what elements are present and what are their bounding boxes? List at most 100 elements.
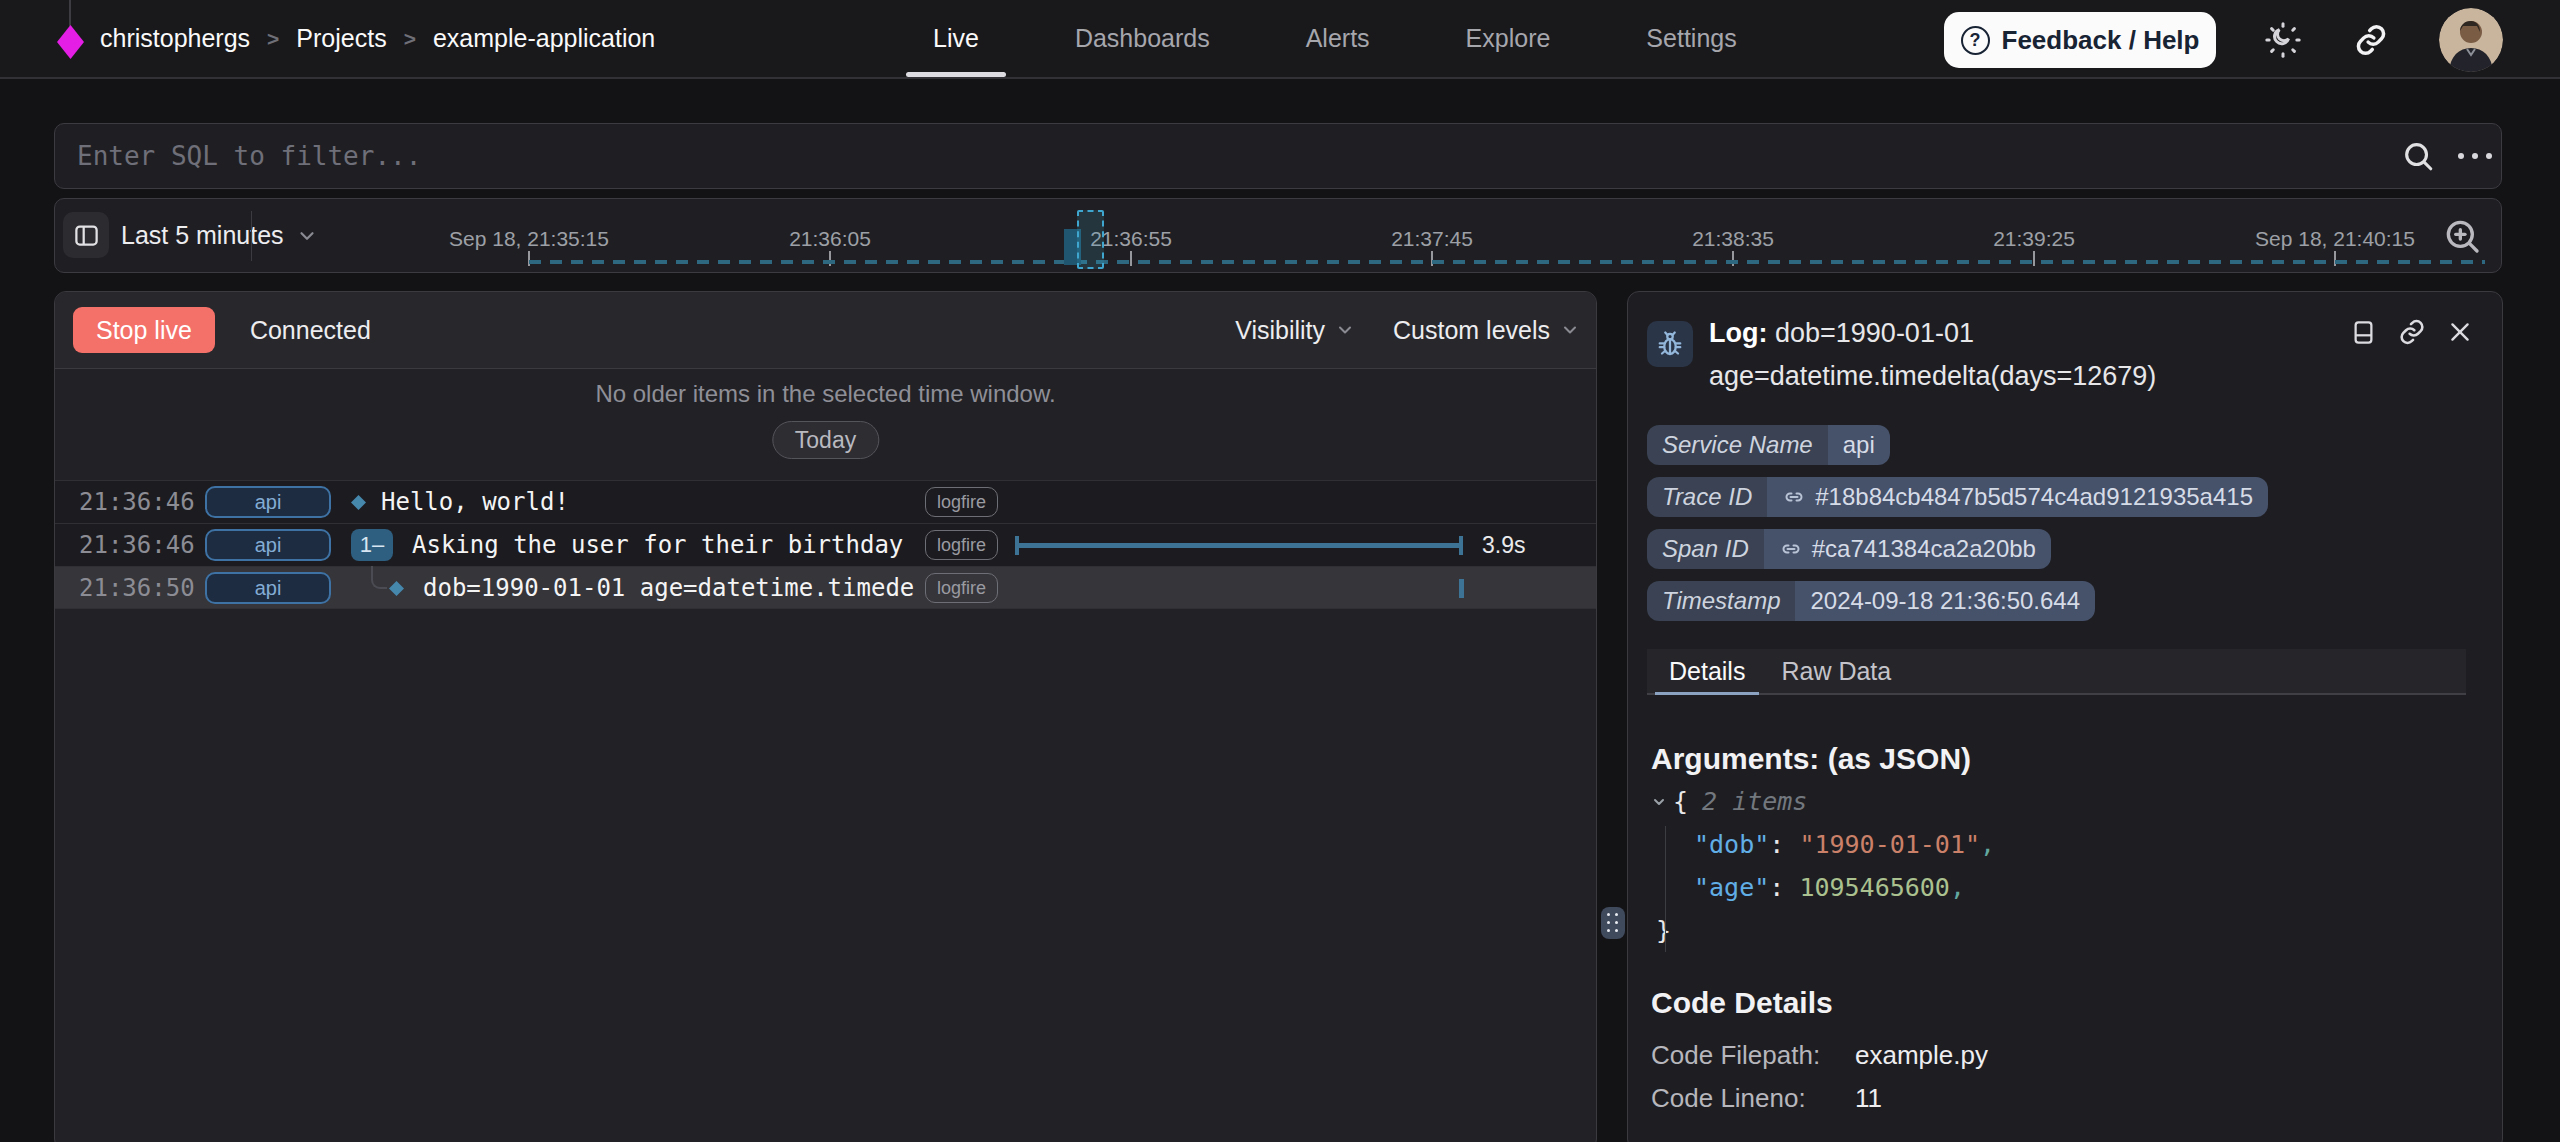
share-link-icon[interactable] — [2354, 23, 2388, 57]
code-lineno-row: Code Lineno: 11 — [1651, 1082, 1882, 1114]
live-view-toolbar: Stop live Connected Visibility Custom le… — [55, 292, 1596, 369]
log-message: dob=1990-01-01 age=datetime.timede — [423, 567, 914, 609]
indent-guide — [1665, 826, 1666, 952]
json-string-value: "1990-01-01" — [1799, 830, 1980, 859]
service-badge[interactable]: api — [205, 529, 331, 561]
time-range-label: Last 5 minutes — [121, 221, 284, 250]
collapse-children-badge[interactable]: 1– — [351, 529, 393, 561]
panel-resize-handle[interactable] — [1601, 907, 1625, 939]
close-icon[interactable] — [2447, 319, 2473, 345]
link-icon — [1779, 537, 1803, 561]
tick-label: 21:38:35 — [1692, 227, 1774, 251]
tick-label: 21:37:45 — [1391, 227, 1473, 251]
tab-explore[interactable]: Explore — [1439, 0, 1578, 77]
user-avatar[interactable] — [2439, 8, 2503, 72]
collapse-chevron-icon[interactable] — [1651, 794, 1667, 810]
custom-levels-label: Custom levels — [1393, 316, 1550, 345]
log-time: 21:36:46 — [79, 481, 195, 523]
breadcrumb-org[interactable]: christophergs — [100, 24, 250, 53]
theme-toggle-icon[interactable] — [2265, 22, 2301, 58]
timeline-baseline — [529, 260, 2485, 264]
bug-icon — [1647, 321, 1693, 367]
stop-live-button[interactable]: Stop live — [73, 307, 215, 353]
search-icon[interactable] — [2401, 139, 2435, 173]
chevron-down-icon — [1335, 320, 1355, 340]
sidebar-toggle-button[interactable] — [63, 212, 109, 258]
code-details-heading: Code Details — [1651, 986, 1833, 1020]
visibility-dropdown[interactable]: Visibility — [1235, 316, 1355, 345]
zoom-in-icon[interactable] — [2442, 216, 2482, 256]
log-row-selected[interactable]: 21:36:50 api dob=1990-01-01 age=datetime… — [55, 566, 1596, 609]
attribute-pill-service-name: Service Name api — [1647, 425, 1890, 465]
tag-chip[interactable]: logfire — [925, 530, 998, 560]
tab-details[interactable]: Details — [1655, 649, 1759, 693]
timeline-bar: Last 5 minutes Sep 18, 21:35:15 21:36:05… — [54, 198, 2502, 273]
tab-raw-data[interactable]: Raw Data — [1767, 649, 1905, 693]
json-close-brace: } — [1656, 916, 1671, 945]
json-items-note: 2 items — [1702, 780, 1807, 823]
visibility-label: Visibility — [1235, 316, 1325, 345]
code-lineno-value: 11 — [1855, 1083, 1882, 1114]
breadcrumb-separator: > — [267, 27, 279, 51]
sql-filter-placeholder: Enter SQL to filter... — [77, 124, 421, 188]
chevron-down-icon — [296, 225, 318, 247]
log-rows: 21:36:46 api Hello, world! logfire 21:36… — [55, 480, 1596, 609]
histogram-selection[interactable] — [1077, 210, 1104, 269]
code-filepath-value: example.py — [1855, 1040, 1988, 1071]
attribute-pill-span-id[interactable]: Span ID #ca741384ca2a20bb — [1647, 529, 2051, 569]
tab-settings[interactable]: Settings — [1619, 0, 1763, 77]
feedback-help-button[interactable]: ? Feedback / Help — [1944, 12, 2216, 68]
today-button[interactable]: Today — [772, 421, 879, 459]
code-lineno-label: Code Lineno: — [1651, 1083, 1855, 1114]
logo-wick — [69, 0, 71, 26]
tick-label: Sep 18, 21:40:15 — [2255, 227, 2415, 251]
breadcrumb-projects[interactable]: Projects — [296, 24, 386, 53]
tab-dashboards[interactable]: Dashboards — [1048, 0, 1237, 77]
tab-alerts[interactable]: Alerts — [1279, 0, 1397, 77]
json-key: "dob" — [1694, 830, 1769, 859]
json-viewer: { 2 items "dob": "1990-01-01", "age": 10… — [1651, 780, 1995, 952]
service-badge[interactable]: api — [205, 572, 331, 604]
nav-tabs: Live Dashboards Alerts Explore Settings — [906, 0, 1764, 77]
tick-label: 21:36:05 — [789, 227, 871, 251]
logfire-logo-icon[interactable] — [57, 25, 84, 59]
log-title-value: dob=1990-01-01 age=datetime.timedelta(da… — [1709, 318, 2156, 391]
service-badge[interactable]: api — [205, 486, 331, 518]
log-row[interactable]: 21:36:46 api Hello, world! logfire — [55, 480, 1596, 523]
time-range-select[interactable]: Last 5 minutes — [121, 199, 318, 272]
log-diamond-icon — [389, 581, 404, 596]
span-duration-label: 3.9s — [1482, 524, 1525, 566]
pill-value: #ca741384ca2a20bb — [1764, 529, 2051, 569]
attribute-pill-trace-id[interactable]: Trace ID #18b84cb4847b5d574c4ad9121935a4… — [1647, 477, 2268, 517]
details-tabs: Details Raw Data — [1647, 649, 2466, 695]
dock-panel-icon[interactable] — [2350, 319, 2377, 346]
breadcrumb: christophergs > Projects > example-appli… — [100, 0, 655, 77]
live-view-panel: Stop live Connected Visibility Custom le… — [54, 291, 1597, 1142]
log-point-marker — [1459, 579, 1464, 598]
log-row[interactable]: 21:36:46 api 1– Asking the user for thei… — [55, 523, 1596, 566]
json-number-value: 1095465600 — [1799, 873, 1950, 902]
tick-label: 21:39:25 — [1993, 227, 2075, 251]
pill-value: 2024-09-18 21:36:50.644 — [1795, 581, 2095, 621]
connection-status: Connected — [250, 316, 371, 345]
log-time: 21:36:46 — [79, 524, 195, 566]
empty-state-message: No older items in the selected time wind… — [55, 380, 1596, 408]
tag-chip[interactable]: logfire — [925, 487, 998, 517]
filter-more-menu-icon[interactable] — [2458, 139, 2492, 173]
log-message: Asking the user for their birthday — [412, 524, 903, 566]
pill-label: Span ID — [1647, 529, 1764, 569]
log-diamond-icon — [351, 495, 366, 510]
tag-chip[interactable]: logfire — [925, 573, 998, 603]
breadcrumb-project[interactable]: example-application — [433, 24, 655, 53]
span-duration-bar — [1015, 543, 1463, 548]
copy-link-icon[interactable] — [2398, 318, 2426, 346]
log-time: 21:36:50 — [79, 567, 195, 609]
pill-label: Trace ID — [1647, 477, 1767, 517]
tab-live[interactable]: Live — [906, 0, 1006, 77]
log-details-panel: Log: dob=1990-01-01 age=datetime.timedel… — [1627, 291, 2503, 1142]
divider — [251, 211, 252, 261]
pill-value: api — [1828, 425, 1890, 465]
custom-levels-dropdown[interactable]: Custom levels — [1393, 316, 1580, 345]
sql-filter-input[interactable]: Enter SQL to filter... — [54, 123, 2502, 189]
attribute-pill-timestamp: Timestamp 2024-09-18 21:36:50.644 — [1647, 581, 2095, 621]
